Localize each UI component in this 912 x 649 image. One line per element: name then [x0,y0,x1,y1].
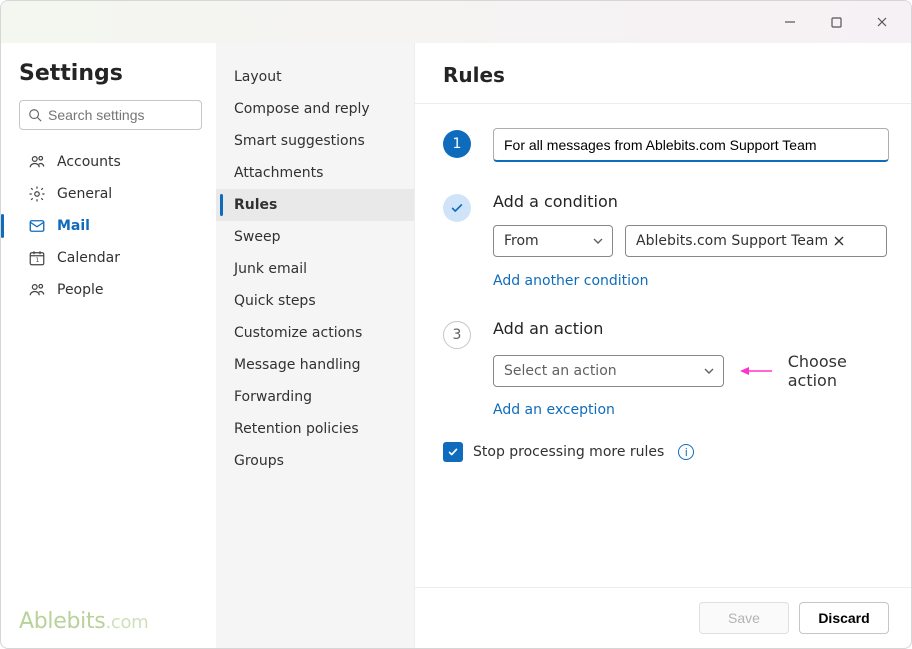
accounts-icon [27,153,47,171]
step-2-title: Add a condition [493,192,889,211]
step-1-row: 1 [443,128,889,162]
nav-label: Accounts [57,154,121,170]
content-header: Rules [415,43,911,104]
subnav-smart-suggestions[interactable]: Smart suggestions [216,125,414,157]
settings-window: Settings Accounts Gene [0,0,912,649]
condition-type-value: From [504,233,539,249]
condition-chip-label: Ablebits.com Support Team [636,233,828,249]
action-placeholder: Select an action [504,363,617,379]
step-1-badge: 1 [443,130,471,158]
nav-calendar[interactable]: 1 Calendar [19,242,202,274]
chevron-down-icon [703,365,715,377]
title-bar [1,1,911,43]
nav-people[interactable]: People [19,274,202,306]
nav-general[interactable]: General [19,178,202,210]
step-3-badge: 3 [443,321,471,349]
nav-label: Mail [57,218,90,234]
gear-icon [27,185,47,203]
rules-content-panel: Rules 1 Add a condition [414,43,911,648]
mail-icon [27,217,47,235]
search-settings-input[interactable] [19,100,202,130]
add-another-condition-link[interactable]: Add another condition [493,273,648,289]
search-icon [28,108,42,122]
page-title: Rules [443,63,883,87]
step-3-title: Add an action [493,319,889,338]
nav-label: Calendar [57,250,120,266]
subnav-layout[interactable]: Layout [216,61,414,93]
subnav-rules[interactable]: Rules [216,189,414,221]
subnav-retention-policies[interactable]: Retention policies [216,413,414,445]
nav-label: People [57,282,104,298]
save-button[interactable]: Save [699,602,789,634]
maximize-button[interactable] [813,7,859,37]
mail-subnav: Layout Compose and reply Smart suggestio… [216,43,414,648]
step-2-badge [443,194,471,222]
nav-label: General [57,186,112,202]
subnav-quick-steps[interactable]: Quick steps [216,285,414,317]
rule-name-input[interactable] [493,128,889,162]
ablebits-watermark: Ablebits.com [19,609,148,634]
step-2-row: Add a condition From Ablebits.com Suppor… [443,192,889,289]
subnav-attachments[interactable]: Attachments [216,157,414,189]
condition-value-field[interactable]: Ablebits.com Support Team [625,225,887,257]
chip-remove-icon[interactable] [834,236,844,246]
stop-processing-row: Stop processing more rules i [443,442,889,462]
subnav-junk-email[interactable]: Junk email [216,253,414,285]
content-footer: Save Discard [415,587,911,648]
nav-mail[interactable]: Mail [19,210,202,242]
settings-nav-list: Accounts General Mail 1 [19,146,202,306]
subnav-forwarding[interactable]: Forwarding [216,381,414,413]
chevron-down-icon [592,235,604,247]
subnav-sweep[interactable]: Sweep [216,221,414,253]
calendar-icon: 1 [27,249,47,267]
subnav-compose-reply[interactable]: Compose and reply [216,93,414,125]
stop-processing-checkbox[interactable] [443,442,463,462]
stop-processing-label: Stop processing more rules [473,444,664,460]
people-icon [27,281,47,299]
add-exception-link[interactable]: Add an exception [493,402,615,418]
search-input-field[interactable] [48,107,229,123]
close-button[interactable] [859,7,905,37]
condition-type-select[interactable]: From [493,225,613,257]
settings-title: Settings [19,61,202,86]
svg-text:1: 1 [36,257,40,264]
subnav-groups[interactable]: Groups [216,445,414,477]
minimize-button[interactable] [767,7,813,37]
annotation-text: Choose action [788,352,889,390]
nav-accounts[interactable]: Accounts [19,146,202,178]
subnav-message-handling[interactable]: Message handling [216,349,414,381]
info-icon[interactable]: i [678,444,694,460]
step-3-row: 3 Add an action Select an action [443,319,889,418]
action-select[interactable]: Select an action [493,355,724,387]
annotation-arrow-icon [740,364,772,378]
subnav-customize-actions[interactable]: Customize actions [216,317,414,349]
discard-button[interactable]: Discard [799,602,889,634]
settings-sidebar: Settings Accounts Gene [1,43,216,648]
